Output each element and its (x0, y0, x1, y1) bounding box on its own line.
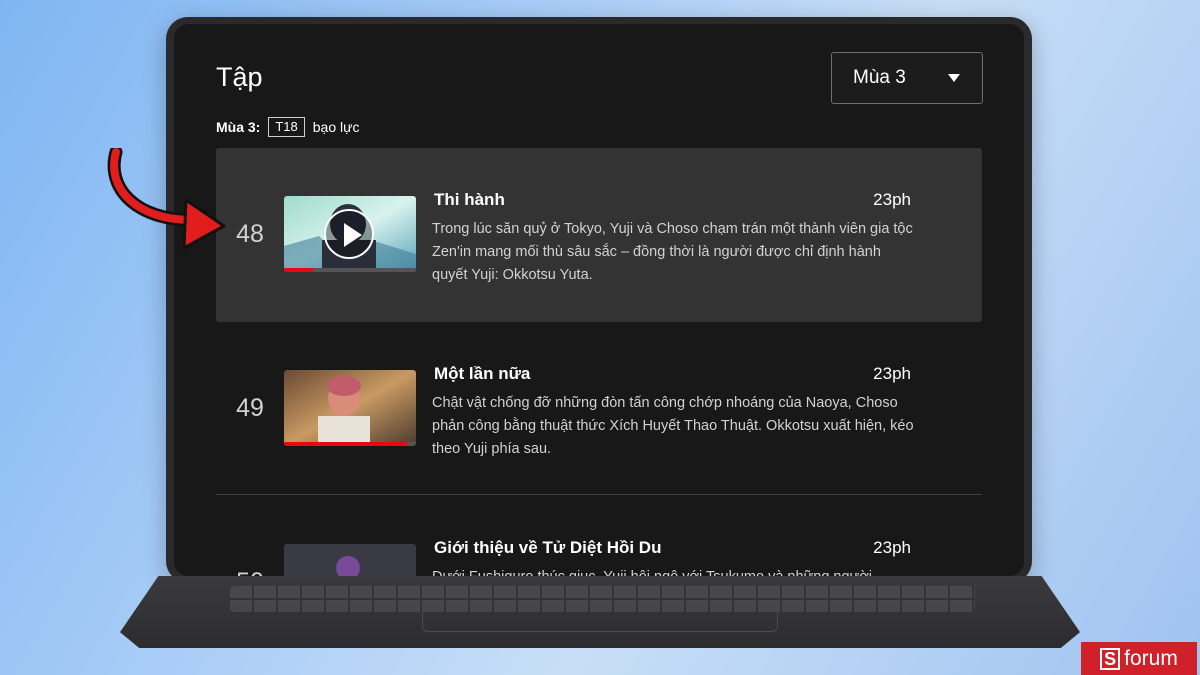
season-dropdown[interactable]: Mùa 3 (831, 52, 983, 104)
season-dropdown-value: Mùa 3 (853, 67, 906, 88)
episode-description: Chật vật chống đỡ những đòn tấn công chớ… (432, 395, 914, 457)
episode-row[interactable]: 50 Giới thiệu về Tử Diệt Hồi Du 23ph Dướ… (216, 496, 982, 576)
episode-duration: 23ph (873, 364, 911, 383)
maturity-rating-badge: T18 (268, 117, 305, 137)
watch-progress-fill (284, 442, 407, 446)
episode-thumbnail[interactable] (284, 370, 416, 446)
episode-duration: 23ph (873, 190, 911, 209)
episode-thumbnail[interactable] (284, 544, 416, 576)
trackpad (422, 612, 778, 632)
season-meta: Mùa 3: T18 bạo lực (216, 117, 359, 137)
keyboard (230, 586, 975, 612)
sforum-logo-icon: S (1100, 647, 1121, 670)
episode-divider (216, 494, 982, 495)
season-label: Mùa 3: (216, 119, 261, 135)
play-icon[interactable] (324, 209, 374, 259)
caret-down-icon (948, 74, 960, 82)
episode-title: Giới thiệu về Tử Diệt Hồi Du (434, 538, 662, 557)
netflix-episodes-panel: Tập Mùa 3 Mùa 3: T18 bạo lực 48 Thi hành… (174, 24, 1024, 576)
thumbnail-image (284, 370, 416, 446)
episode-number: 49 (236, 394, 264, 422)
content-tag: bạo lực (312, 119, 360, 135)
page-title: Tập (216, 62, 263, 92)
sforum-logo: S forum (1081, 642, 1197, 675)
watch-progress-fill (284, 268, 314, 272)
episode-number: 50 (216, 568, 284, 576)
red-arrow-icon (107, 148, 226, 250)
sforum-logo-text: forum (1124, 646, 1178, 670)
episode-description: Dưới Fushiguro thúc giục, Yuji hội ngộ v… (432, 566, 918, 576)
episode-thumbnail[interactable] (284, 196, 416, 272)
episode-title: Một lần nữa (434, 364, 531, 383)
watch-progress-bar (284, 268, 416, 272)
watch-progress-bar (284, 442, 416, 446)
episode-duration: 23ph (873, 538, 911, 557)
episode-row[interactable]: 49 Một lần nữa 23ph Chật vật chống đỡ nh… (216, 322, 982, 496)
episode-description: Trong lúc săn quỷ ở Tokyo, Yuji và Choso… (432, 221, 913, 283)
episode-row[interactable]: 48 Thi hành 23ph Trong lúc săn quỷ ở Tok… (216, 148, 982, 322)
episode-title: Thi hành (434, 190, 505, 209)
thumbnail-image (284, 544, 416, 576)
